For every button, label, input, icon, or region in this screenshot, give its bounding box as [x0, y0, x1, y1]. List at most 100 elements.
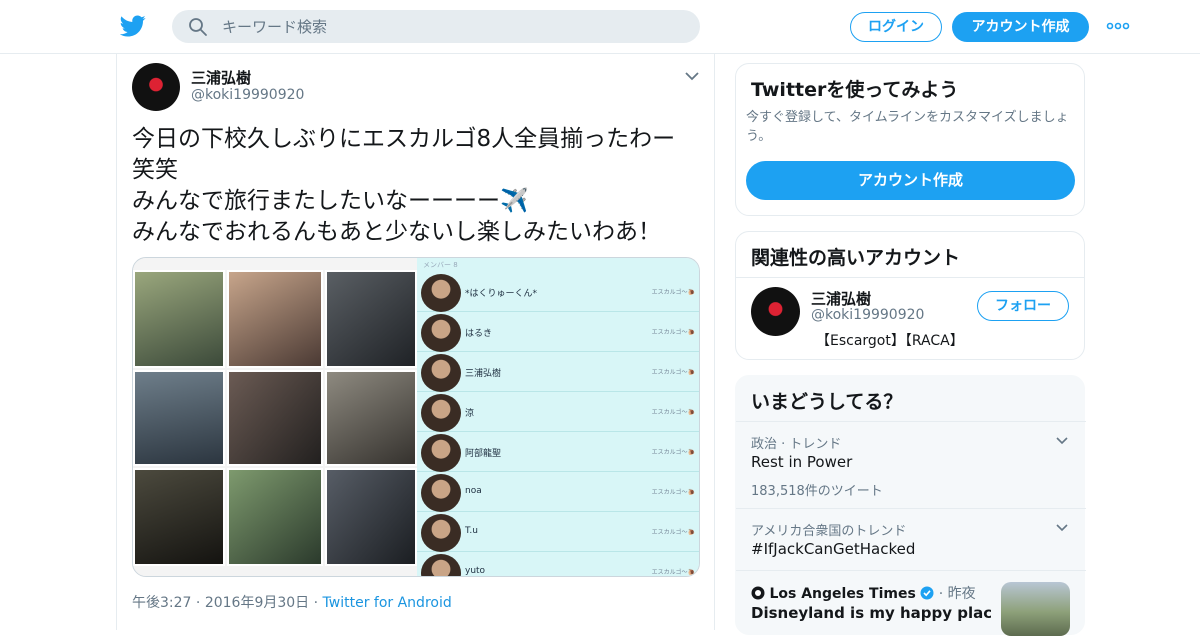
divider	[736, 508, 1086, 509]
chevron-down-icon[interactable]	[685, 71, 699, 81]
list-item: noa エスカルゴ〜🐌	[417, 472, 699, 512]
related-accounts-card: 関連性の高いアカウント 三浦弘樹 @koki19990920 【Escargot…	[735, 231, 1085, 360]
tweet-date[interactable]: 2016年9月30日	[205, 595, 309, 611]
member-name: yuto	[465, 566, 486, 576]
account-name[interactable]: 三浦弘樹	[811, 288, 871, 309]
collage-photo	[325, 370, 417, 466]
collage-photo	[325, 468, 417, 566]
member-group: エスカルゴ〜🐌	[651, 489, 695, 496]
chevron-down-icon[interactable]	[1056, 524, 1068, 532]
member-name: 涼	[465, 409, 475, 419]
list-item: はるき エスカルゴ〜🐌	[417, 312, 699, 352]
card-title: Twitterを使ってみよう	[751, 79, 959, 101]
login-button[interactable]: ログイン	[850, 12, 942, 42]
member-group: エスカルゴ〜🐌	[651, 529, 695, 536]
divider	[736, 277, 1084, 278]
member-name: 阿部龍聖	[465, 449, 502, 459]
verified-badge-icon	[920, 586, 934, 600]
follow-button[interactable]: フォロー	[977, 291, 1069, 321]
signup-card: Twitterを使ってみよう 今すぐ登録して、タイムラインをカスタマイズしましょ…	[735, 63, 1085, 216]
member-list-header: メンバー 8	[423, 261, 458, 269]
group-member-list: メンバー 8 *はくりゅーくん* エスカルゴ〜🐌 はるき エスカルゴ〜🐌 三浦弘樹エ…	[417, 258, 699, 576]
avatar	[421, 434, 461, 472]
avatar	[421, 554, 461, 576]
trend-item[interactable]: #IfJackCanGetHacked	[751, 540, 915, 558]
avatar[interactable]	[132, 63, 180, 111]
signup-button[interactable]: アカウント作成	[952, 12, 1089, 42]
avatar	[421, 514, 461, 552]
member-group: エスカルゴ〜🐌	[651, 569, 695, 576]
tweet-text-line: 今日の下校久しぶりにエスカルゴ8人全員揃ったわー	[132, 126, 676, 152]
tweet-timestamp: 午後3:27 · 2016年9月30日 · Twitter for Androi…	[132, 592, 452, 612]
news-thumbnail[interactable]	[1001, 582, 1070, 636]
twitter-logo-icon[interactable]	[120, 13, 146, 39]
collage-photo	[133, 270, 225, 368]
trend-tweet-count: 183,518件のツイート	[751, 484, 883, 499]
more-options-icon[interactable]	[1106, 20, 1130, 32]
trend-context: アメリカ合衆国のトレンド	[751, 524, 907, 539]
member-group: エスカルゴ〜🐌	[651, 369, 695, 376]
avatar	[421, 274, 461, 312]
avatar	[421, 354, 461, 392]
separator-dot: ·	[195, 595, 205, 611]
tweet-source-link[interactable]: Twitter for Android	[323, 595, 452, 611]
account-bio: 【Escargot】【RACA】	[816, 333, 964, 349]
divider	[736, 570, 1086, 571]
card-description: 今すぐ登録して、タイムラインをカスタマイズしましょう。	[746, 110, 1069, 144]
search-input[interactable]	[222, 10, 682, 43]
card-title: 関連性の高いアカウント	[751, 247, 961, 269]
news-time: 昨夜	[947, 586, 976, 602]
tweet-media[interactable]: メンバー 8 *はくりゅーくん* エスカルゴ〜🐌 はるき エスカルゴ〜🐌 三浦弘樹エ…	[132, 257, 700, 577]
separator-dot: ·	[313, 595, 323, 611]
member-group: エスカルゴ〜🐌	[651, 409, 695, 416]
avatar[interactable]	[751, 287, 800, 336]
collage-photo	[133, 468, 225, 566]
member-group: エスカルゴ〜🐌	[651, 329, 695, 336]
collage-photo	[227, 270, 323, 368]
list-item: 三浦弘樹 エスカルゴ〜🐌	[417, 352, 699, 392]
trend-context: 政治 · トレンド	[751, 437, 842, 452]
top-bar: ログイン アカウント作成	[0, 0, 1200, 54]
chevron-down-icon[interactable]	[1056, 437, 1068, 445]
collage-photo	[227, 468, 323, 566]
avatar	[421, 314, 461, 352]
member-name: 三浦弘樹	[465, 369, 502, 379]
create-account-button[interactable]: アカウント作成	[746, 161, 1075, 200]
trends-card: いまどうしてる？ 政治 · トレンド Rest in Power 183,518…	[735, 375, 1086, 636]
tweet-permalink: 三浦弘樹 @koki19990920 今日の下校久しぶりにエスカルゴ8人全員揃っ…	[116, 54, 715, 630]
tweet-text-line: みんなで旅行またしたいなーーーー✈️	[132, 188, 529, 214]
account-handle[interactable]: @koki19990920	[811, 307, 924, 323]
list-item: 阿部龍聖 エスカルゴ〜🐌	[417, 432, 699, 472]
separator-dot: ·	[938, 586, 948, 602]
tweet-text-line: みんなでおれるんもあと少ないし楽しみたいわあ！	[132, 219, 661, 245]
search-icon	[189, 18, 207, 36]
collage-photo	[325, 270, 417, 368]
member-group: エスカルゴ〜🐌	[651, 449, 695, 456]
collage-photo	[133, 370, 225, 466]
list-item: T.u エスカルゴ〜🐌	[417, 512, 699, 552]
news-headline[interactable]: Disneyland is my happy place. But I'm gl…	[751, 603, 991, 623]
tweet-text-line: 笑笑	[132, 157, 178, 183]
member-group: エスカルゴ〜🐌	[651, 289, 695, 296]
news-source: Los Angeles Times · 昨夜	[751, 583, 976, 603]
trend-item[interactable]: Rest in Power	[751, 453, 852, 471]
list-item: 涼 エスカルゴ〜🐌	[417, 392, 699, 432]
list-item: *はくりゅーくん* エスカルゴ〜🐌	[417, 272, 699, 312]
news-publisher-name: Los Angeles Times	[769, 586, 916, 602]
tweet-text: 今日の下校久しぶりにエスカルゴ8人全員揃ったわー 笑笑 みんなで旅行またしたいな…	[132, 124, 702, 248]
search-box[interactable]	[172, 10, 700, 43]
tweet-author-name[interactable]: 三浦弘樹	[191, 67, 251, 88]
member-name: *はくりゅーくん*	[465, 289, 538, 299]
photo-collage	[133, 258, 417, 576]
card-title: いまどうしてる？	[751, 391, 903, 413]
member-name: noa	[465, 486, 482, 496]
avatar	[421, 394, 461, 432]
collage-photo	[227, 370, 323, 466]
tweet-time[interactable]: 午後3:27	[132, 595, 191, 611]
divider	[736, 421, 1086, 422]
news-publisher-icon	[751, 586, 765, 600]
tweet-author-handle[interactable]: @koki19990920	[191, 87, 304, 103]
avatar	[421, 474, 461, 512]
member-name: T.u	[465, 526, 478, 536]
member-name: はるき	[465, 329, 493, 339]
